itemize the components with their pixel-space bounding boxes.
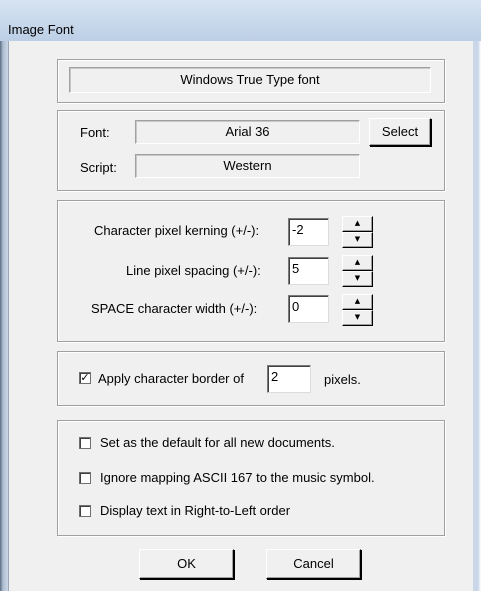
- kerning-input[interactable]: -2: [288, 218, 329, 246]
- space-width-label: SPACE character width (+/-):: [91, 301, 258, 316]
- font-value-display: Arial 36: [135, 120, 360, 144]
- cancel-button[interactable]: Cancel: [266, 549, 361, 579]
- border-label: Apply character border of: [98, 371, 244, 386]
- space-width-down-icon[interactable]: ▼: [342, 310, 373, 326]
- ok-button[interactable]: OK: [139, 549, 234, 579]
- border-unit-label: pixels.: [324, 372, 361, 387]
- space-width-spinner: ▲ ▼: [342, 294, 373, 326]
- default-option-checkbox[interactable]: [79, 437, 91, 449]
- window-frame-right: [473, 41, 481, 591]
- rtl-order-label: Display text in Right-to-Left order: [100, 503, 291, 518]
- image-font-dialog: Image Font Windows True Type font Font: …: [0, 0, 481, 591]
- ascii-mapping-label: Ignore mapping ASCII 167 to the music sy…: [100, 470, 375, 485]
- kerning-up-icon[interactable]: ▲: [342, 216, 373, 232]
- rtl-order-checkbox[interactable]: [79, 505, 91, 517]
- window-frame-left: [0, 41, 8, 591]
- kerning-down-icon[interactable]: ▼: [342, 232, 373, 248]
- dialog-client-area: Windows True Type font Font: Arial 36 Se…: [8, 41, 473, 591]
- space-width-input[interactable]: 0: [288, 295, 329, 323]
- kerning-spinner: ▲ ▼: [342, 216, 373, 248]
- font-label: Font:: [80, 125, 110, 140]
- line-spacing-up-icon[interactable]: ▲: [342, 255, 373, 271]
- window-title: Image Font: [8, 22, 74, 37]
- border-checkbox[interactable]: ✓: [79, 372, 91, 384]
- title-bar[interactable]: Image Font: [0, 0, 481, 42]
- select-font-button[interactable]: Select: [369, 118, 431, 146]
- font-type-display: Windows True Type font: [69, 67, 431, 93]
- line-spacing-input[interactable]: 5: [288, 257, 329, 285]
- ascii-mapping-checkbox[interactable]: [79, 472, 91, 484]
- script-label: Script:: [80, 160, 117, 175]
- default-option-label: Set as the default for all new documents…: [100, 435, 335, 450]
- line-spacing-label: Line pixel spacing (+/-):: [126, 263, 261, 278]
- kerning-label: Character pixel kerning (+/-):: [94, 223, 260, 238]
- line-spacing-down-icon[interactable]: ▼: [342, 271, 373, 287]
- script-value-display: Western: [135, 154, 360, 178]
- line-spacing-spinner: ▲ ▼: [342, 255, 373, 287]
- space-width-up-icon[interactable]: ▲: [342, 294, 373, 310]
- border-width-input[interactable]: 2: [267, 365, 311, 393]
